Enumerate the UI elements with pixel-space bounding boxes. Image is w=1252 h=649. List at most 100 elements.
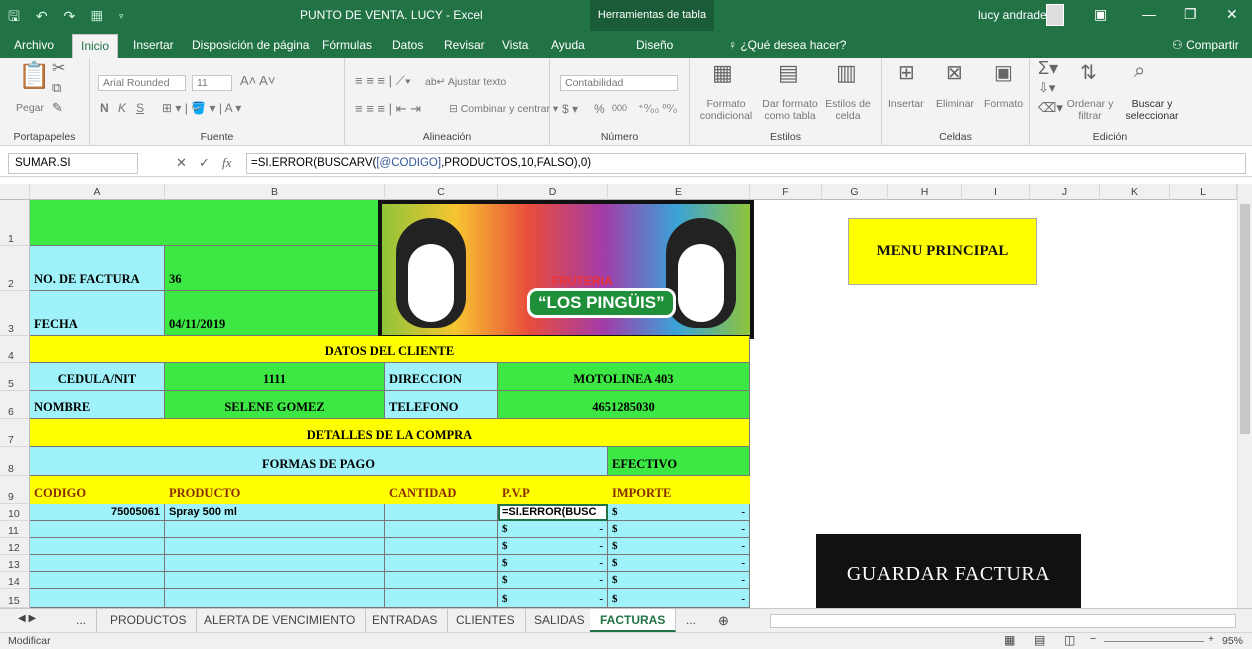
cell-label-direccion[interactable]: DIRECCION	[385, 363, 498, 391]
sheet-tab-more-right[interactable]: ...	[676, 609, 706, 632]
add-sheet-icon[interactable]: ⊕	[708, 609, 739, 632]
clear-icon[interactable]: ⌫▾	[1038, 100, 1063, 116]
zoom-in-icon[interactable]: +	[1208, 633, 1214, 645]
col-header-c[interactable]: C	[385, 184, 498, 200]
cell-a1[interactable]	[30, 200, 380, 246]
cell-importe-row12[interactable]: $ -	[608, 538, 750, 555]
cell-nombre[interactable]: SELENE GOMEZ	[165, 391, 385, 419]
formula-input[interactable]: =SI.ERROR(BUSCARV([@CODIGO],PRODUCTOS,10…	[246, 153, 1246, 174]
enter-icon[interactable]: ✓	[199, 155, 210, 171]
row-header-5[interactable]: 5	[0, 363, 30, 391]
cell-codigo-row10[interactable]: 75005061	[30, 504, 165, 521]
currency-icon[interactable]: $ ▾	[562, 102, 578, 116]
ribbon-display-icon[interactable]: ▣	[1094, 6, 1107, 23]
cell-importe-row11[interactable]: $ -	[608, 521, 750, 538]
cell-importe-row10[interactable]: $ -	[608, 504, 750, 521]
row-header-15[interactable]: 15	[0, 589, 30, 608]
tab-disposicion[interactable]: Disposición de página	[192, 38, 309, 52]
cell-forma-pago-value[interactable]: EFECTIVO	[608, 447, 750, 476]
cell-producto-row14[interactable]	[165, 572, 385, 589]
zoom-out-icon[interactable]: −	[1090, 633, 1096, 645]
cell-label-telefono[interactable]: TELEFONO	[385, 391, 498, 419]
cell-label-cedula[interactable]: CEDULA/NIT	[30, 363, 165, 391]
thousands-button[interactable]: 000	[612, 103, 627, 113]
row-header-2[interactable]: 2	[0, 246, 30, 291]
font-size-select[interactable]: 11	[192, 75, 232, 91]
cell-pvp-row14[interactable]: $ -	[498, 572, 608, 589]
col-header-i[interactable]: I	[962, 184, 1030, 200]
col-header-h[interactable]: H	[888, 184, 962, 200]
italic-button[interactable]: K	[118, 101, 126, 115]
find-select-button[interactable]: Buscar y seleccionar	[1120, 98, 1184, 122]
cell-pvp-row13[interactable]: $ -	[498, 555, 608, 572]
cell-cantidad-row10[interactable]	[385, 504, 498, 521]
col-header-g[interactable]: G	[822, 184, 888, 200]
border-icon[interactable]: ⊞ ▾ | 🪣 ▾ | A ▾	[162, 101, 241, 115]
format-button[interactable]: Formato	[984, 98, 1023, 110]
menu-principal-button[interactable]: MENU PRINCIPAL	[848, 218, 1037, 285]
horizontal-scrollbar[interactable]	[770, 614, 1236, 628]
cell-pvp-row12[interactable]: $ -	[498, 538, 608, 555]
col-header-d[interactable]: D	[498, 184, 608, 200]
cell-telefono[interactable]: 4651285030	[498, 391, 750, 419]
align-top-icon[interactable]: ≡ ≡ ≡ | ⟋▾	[355, 73, 411, 89]
format-cells-icon[interactable]: ▣	[994, 60, 1013, 85]
function-icon[interactable]: fx	[222, 155, 231, 171]
page-layout-icon[interactable]: ▤	[1034, 633, 1045, 647]
row-header-8[interactable]: 8	[0, 447, 30, 476]
fill-icon[interactable]: ⇩▾	[1038, 80, 1055, 96]
format-as-table-button[interactable]: Dar formato como tabla	[760, 98, 820, 122]
user-name[interactable]: lucy andrade	[978, 8, 1047, 22]
format-painter-icon[interactable]: ✎	[52, 100, 63, 116]
row-header-1[interactable]: 1	[0, 200, 30, 246]
align-left-icon[interactable]: ≡ ≡ ≡ | ⇤ ⇥	[355, 101, 421, 117]
tab-vista[interactable]: Vista	[502, 38, 528, 52]
header-importe[interactable]: IMPORTE	[608, 476, 750, 504]
merge-center-button[interactable]: ⊟ Combinar y centrar ▾	[449, 103, 558, 115]
cell-importe-row13[interactable]: $ -	[608, 555, 750, 572]
wrap-text-button[interactable]: ab↵ Ajustar texto	[425, 76, 506, 88]
sheet-tab-entradas[interactable]: ENTRADAS	[362, 609, 449, 632]
scrollbar-thumb[interactable]	[1240, 204, 1250, 434]
cell-styles-icon[interactable]: ▥	[836, 60, 857, 86]
tab-formulas[interactable]: Fórmulas	[322, 38, 372, 52]
cell-formas-pago[interactable]: FORMAS DE PAGO	[30, 447, 608, 476]
row-header-6[interactable]: 6	[0, 391, 30, 419]
number-format-select[interactable]: Contabilidad	[560, 75, 678, 91]
delete-cells-icon[interactable]: ⊠	[946, 60, 963, 85]
cell-styles-button[interactable]: Estilos de celda	[820, 98, 876, 122]
cell-label-factura[interactable]: NO. DE FACTURA	[30, 246, 165, 291]
cell-pvp-row11[interactable]: $ -	[498, 521, 608, 538]
delete-button[interactable]: Eliminar	[936, 98, 974, 110]
cell-cantidad-row13[interactable]	[385, 555, 498, 572]
cell-pvp-row15[interactable]: $ -	[498, 589, 608, 608]
col-header-f[interactable]: F	[750, 184, 822, 200]
decimal-icon[interactable]: ⁺⁰⁄₀₀ ⁰⁰⁄₀	[638, 102, 677, 115]
cell-importe-row15[interactable]: $ -	[608, 589, 750, 608]
underline-button[interactable]: S	[136, 101, 144, 115]
row-header-14[interactable]: 14	[0, 572, 30, 589]
cell-cedula[interactable]: 1111	[165, 363, 385, 391]
cell-producto-row11[interactable]	[165, 521, 385, 538]
row-header-7[interactable]: 7	[0, 419, 30, 447]
cell-codigo-row14[interactable]	[30, 572, 165, 589]
cell-codigo-row13[interactable]	[30, 555, 165, 572]
conditional-format-button[interactable]: Formato condicional	[696, 98, 756, 122]
worksheet-grid[interactable]: NO. DE FACTURA 36 FECHA 04/11/2019 FRUTE…	[30, 200, 1237, 608]
cell-producto-row15[interactable]	[165, 589, 385, 608]
page-break-icon[interactable]: ◫	[1064, 633, 1075, 647]
zoom-level[interactable]: 95%	[1222, 635, 1243, 647]
sheet-tab-more-left[interactable]: ...	[66, 609, 98, 632]
cell-codigo-row15[interactable]	[30, 589, 165, 608]
cell-importe-row14[interactable]: $ -	[608, 572, 750, 589]
restore-icon[interactable]: ❐	[1184, 6, 1197, 23]
minimize-icon[interactable]: —	[1142, 6, 1156, 22]
sheet-tab-productos[interactable]: PRODUCTOS	[100, 609, 198, 632]
zoom-slider[interactable]	[1104, 641, 1204, 642]
row-header-12[interactable]: 12	[0, 538, 30, 555]
autosum-icon[interactable]: Σ▾	[1038, 58, 1058, 79]
bold-button[interactable]: N	[100, 101, 109, 115]
col-header-b[interactable]: B	[165, 184, 385, 200]
guardar-factura-button[interactable]: GUARDAR FACTURA	[816, 534, 1081, 608]
row-header-4[interactable]: 4	[0, 336, 30, 363]
